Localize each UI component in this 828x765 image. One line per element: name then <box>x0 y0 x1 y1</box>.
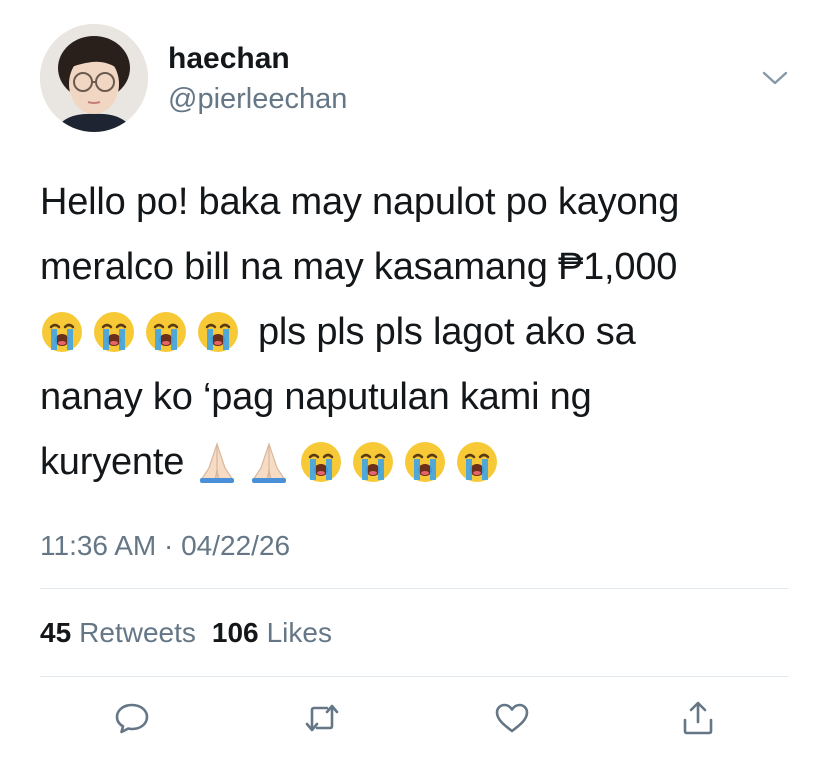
retweets-count[interactable]: 45 <box>40 617 71 649</box>
folded-hands-emoji <box>195 440 239 484</box>
tweet-line-5-text: kuryente <box>40 441 185 483</box>
loudly-crying-face-emoji <box>403 440 447 484</box>
share-icon <box>680 700 716 741</box>
tweet-line-3-text: pls pls pls lagot ako sa <box>258 311 636 353</box>
likes-count[interactable]: 106 <box>212 617 259 649</box>
likes-label[interactable]: Likes <box>267 617 332 649</box>
loudly-crying-face-emoji <box>40 310 84 354</box>
share-button[interactable] <box>678 700 718 740</box>
loudly-crying-face-emoji <box>351 440 395 484</box>
like-button[interactable] <box>492 700 532 740</box>
divider <box>40 588 788 589</box>
chevron-down-icon[interactable] <box>760 66 790 90</box>
tweet-line-4: nanay ko ‘pag naputulan kami ng <box>40 376 592 418</box>
avatar[interactable] <box>40 24 148 132</box>
tweet-line-5: kuryente <box>40 430 810 495</box>
loudly-crying-face-emoji <box>299 440 343 484</box>
retweet-icon <box>303 700 341 741</box>
loudly-crying-face-emoji <box>196 310 240 354</box>
divider <box>40 676 788 677</box>
tweet-line-3: pls pls pls lagot ako sa <box>40 300 810 365</box>
retweet-button[interactable] <box>302 700 342 740</box>
tweet-card: haechan @pierleechan Hello po! baka may … <box>0 0 828 765</box>
reply-button[interactable] <box>112 700 152 740</box>
tweet-line-2: meralco bill na may kasamang ₱1,000 <box>40 246 678 288</box>
tweet-text: Hello po! baka may napulot po kayong mer… <box>40 170 810 495</box>
folded-hands-emoji <box>247 440 291 484</box>
loudly-crying-face-emoji <box>144 310 188 354</box>
tweet-stats: 45 Retweets 106 Likes <box>40 617 348 649</box>
loudly-crying-face-emoji <box>92 310 136 354</box>
reply-icon <box>114 700 150 741</box>
username-handle[interactable]: @pierleechan <box>168 82 347 116</box>
tweet-line-1: Hello po! baka may napulot po kayong <box>40 181 680 223</box>
heart-icon <box>494 700 530 741</box>
display-name[interactable]: haechan <box>168 42 290 76</box>
tweet-timestamp[interactable]: 11:36 AM · 04/22/26 <box>40 530 290 562</box>
retweets-label[interactable]: Retweets <box>79 617 196 649</box>
loudly-crying-face-emoji <box>455 440 499 484</box>
